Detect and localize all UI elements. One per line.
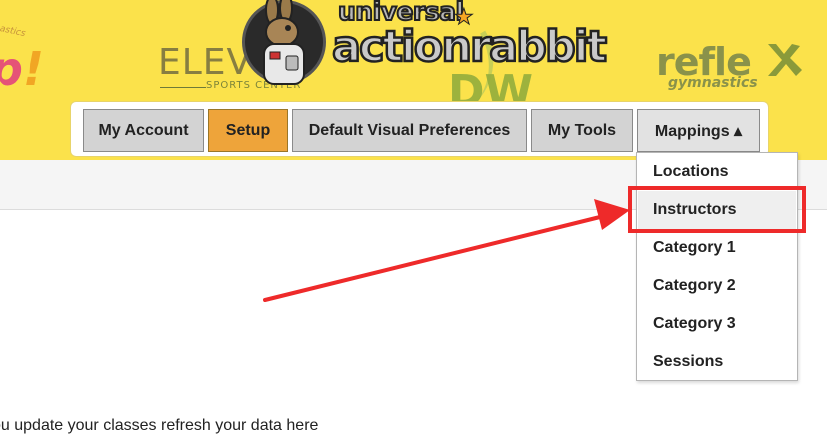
- tab-my-account[interactable]: My Account: [83, 109, 204, 152]
- partner-logo-left: p!: [0, 42, 44, 96]
- partner-logo-reflex-caption: gymnastics: [668, 75, 758, 91]
- annotation-highlight-box: [628, 186, 806, 233]
- body-instruction-text: ou update your classes refresh your data…: [0, 417, 319, 434]
- partner-logo-left-caption: nastics: [0, 22, 27, 40]
- reflex-x-icon: [768, 44, 802, 76]
- menu-item-sessions[interactable]: Sessions: [638, 343, 796, 381]
- tab-my-tools[interactable]: My Tools: [531, 109, 633, 152]
- partner-logo-elev-underline: [160, 87, 206, 88]
- menu-item-category-3[interactable]: Category 3: [638, 305, 796, 343]
- menu-item-category-2[interactable]: Category 2: [638, 267, 796, 305]
- astronaut-rabbit-icon: [263, 0, 305, 85]
- menu-item-category-1[interactable]: Category 1: [638, 229, 796, 267]
- brand-logo-word-actionrabbit: actionrabbit: [331, 21, 609, 74]
- tab-mappings[interactable]: Mappings ▴: [637, 109, 760, 152]
- tab-setup[interactable]: Setup: [208, 109, 288, 152]
- brand-logo[interactable]: universal ★ actionrabbit: [242, 0, 608, 98]
- tab-default-visual-preferences[interactable]: Default Visual Preferences: [292, 109, 527, 152]
